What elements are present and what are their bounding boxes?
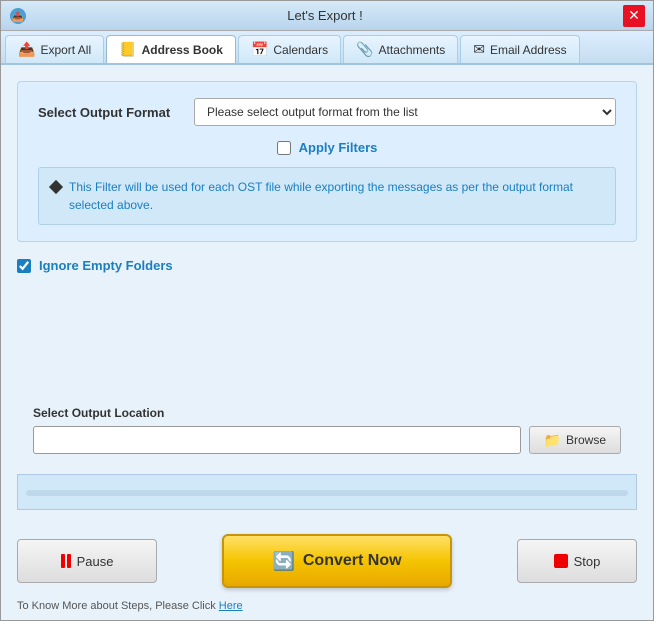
convert-icon: 🔄: [272, 551, 294, 572]
browse-button[interactable]: 📁 Browse: [529, 426, 621, 454]
progress-track: [26, 490, 628, 496]
convert-label: Convert Now: [303, 552, 402, 570]
pause-button[interactable]: Pause: [17, 539, 157, 583]
tab-calendars-label: Calendars: [273, 43, 328, 57]
select-format-label: Select Output Format: [38, 105, 178, 120]
title-bar: 📤 Let's Export ! ✕: [1, 1, 653, 31]
stop-button[interactable]: Stop: [517, 539, 637, 583]
filter-row: Apply Filters: [38, 140, 616, 155]
tab-email-address-label: Email Address: [490, 43, 567, 57]
svg-text:📤: 📤: [12, 10, 24, 23]
format-row: Select Output Format Please select outpu…: [38, 98, 616, 126]
apply-filters-label[interactable]: Apply Filters: [299, 140, 378, 155]
footer-link[interactable]: Here: [219, 600, 243, 612]
export-all-icon: 📤: [18, 41, 35, 58]
footer-text: To Know More about Steps, Please Click: [17, 600, 219, 612]
apply-filters-checkbox[interactable]: [277, 141, 291, 155]
close-button[interactable]: ✕: [623, 5, 645, 27]
tab-export-all[interactable]: 📤 Export All: [5, 35, 104, 63]
email-address-icon: ✉: [473, 41, 485, 58]
folder-icon: 📁: [544, 432, 561, 449]
output-location-label: Select Output Location: [33, 406, 621, 420]
spacer: [17, 289, 637, 386]
pause-icon: [61, 554, 71, 568]
stop-label: Stop: [574, 554, 601, 569]
window-title: Let's Export !: [27, 8, 623, 23]
calendars-icon: 📅: [251, 41, 268, 58]
filter-info-box: This Filter will be used for each OST fi…: [38, 167, 616, 225]
ignore-empty-folders-label[interactable]: Ignore Empty Folders: [39, 258, 173, 273]
tab-attachments[interactable]: 📎 Attachments: [343, 35, 458, 63]
tab-email-address[interactable]: ✉ Email Address: [460, 35, 579, 63]
attachments-icon: 📎: [356, 41, 373, 58]
convert-now-button[interactable]: 🔄 Convert Now: [222, 534, 452, 588]
footer: To Know More about Steps, Please Click H…: [1, 596, 653, 620]
tab-calendars[interactable]: 📅 Calendars: [238, 35, 341, 63]
pause-label: Pause: [77, 554, 114, 569]
content-area: Select Output Format Please select outpu…: [1, 65, 653, 526]
tab-export-all-label: Export All: [40, 43, 91, 57]
browse-label: Browse: [566, 433, 606, 447]
ignore-folders-row: Ignore Empty Folders: [17, 254, 637, 277]
stop-icon: [554, 554, 568, 568]
progress-bar-area: [17, 474, 637, 510]
tab-address-book-label: Address Book: [142, 43, 223, 57]
app-icon: 📤: [9, 7, 27, 25]
bottom-buttons: Pause 🔄 Convert Now Stop: [1, 526, 653, 596]
diamond-icon: [49, 180, 63, 194]
tab-attachments-label: Attachments: [379, 43, 446, 57]
ignore-empty-folders-checkbox[interactable]: [17, 259, 31, 273]
output-format-select[interactable]: Please select output format from the lis…: [194, 98, 616, 126]
filter-info-text: This Filter will be used for each OST fi…: [69, 178, 603, 214]
format-section: Select Output Format Please select outpu…: [17, 81, 637, 242]
address-book-icon: 📒: [119, 41, 136, 58]
output-path-input[interactable]: [33, 426, 521, 454]
output-section: Select Output Location 📁 Browse: [17, 398, 637, 462]
tab-bar: 📤 Export All 📒 Address Book 📅 Calendars …: [1, 31, 653, 65]
output-row: 📁 Browse: [33, 426, 621, 454]
tab-address-book[interactable]: 📒 Address Book: [106, 35, 236, 63]
main-window: 📤 Let's Export ! ✕ 📤 Export All 📒 Addres…: [0, 0, 654, 621]
